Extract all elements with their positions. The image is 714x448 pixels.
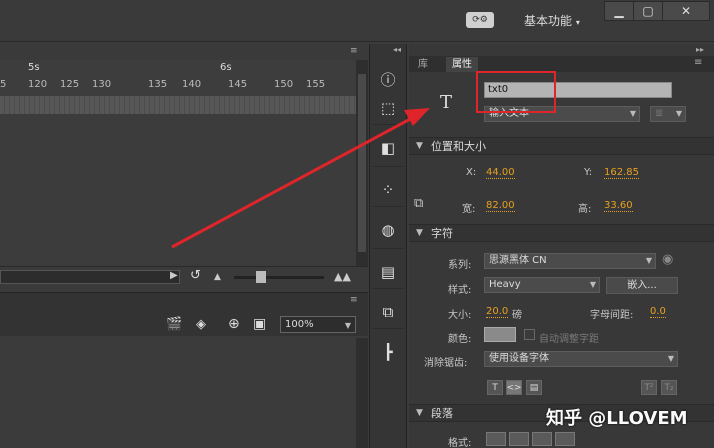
annotation-arrow: [171, 108, 430, 249]
watermark: 知乎 @LLOVEM: [546, 408, 688, 429]
